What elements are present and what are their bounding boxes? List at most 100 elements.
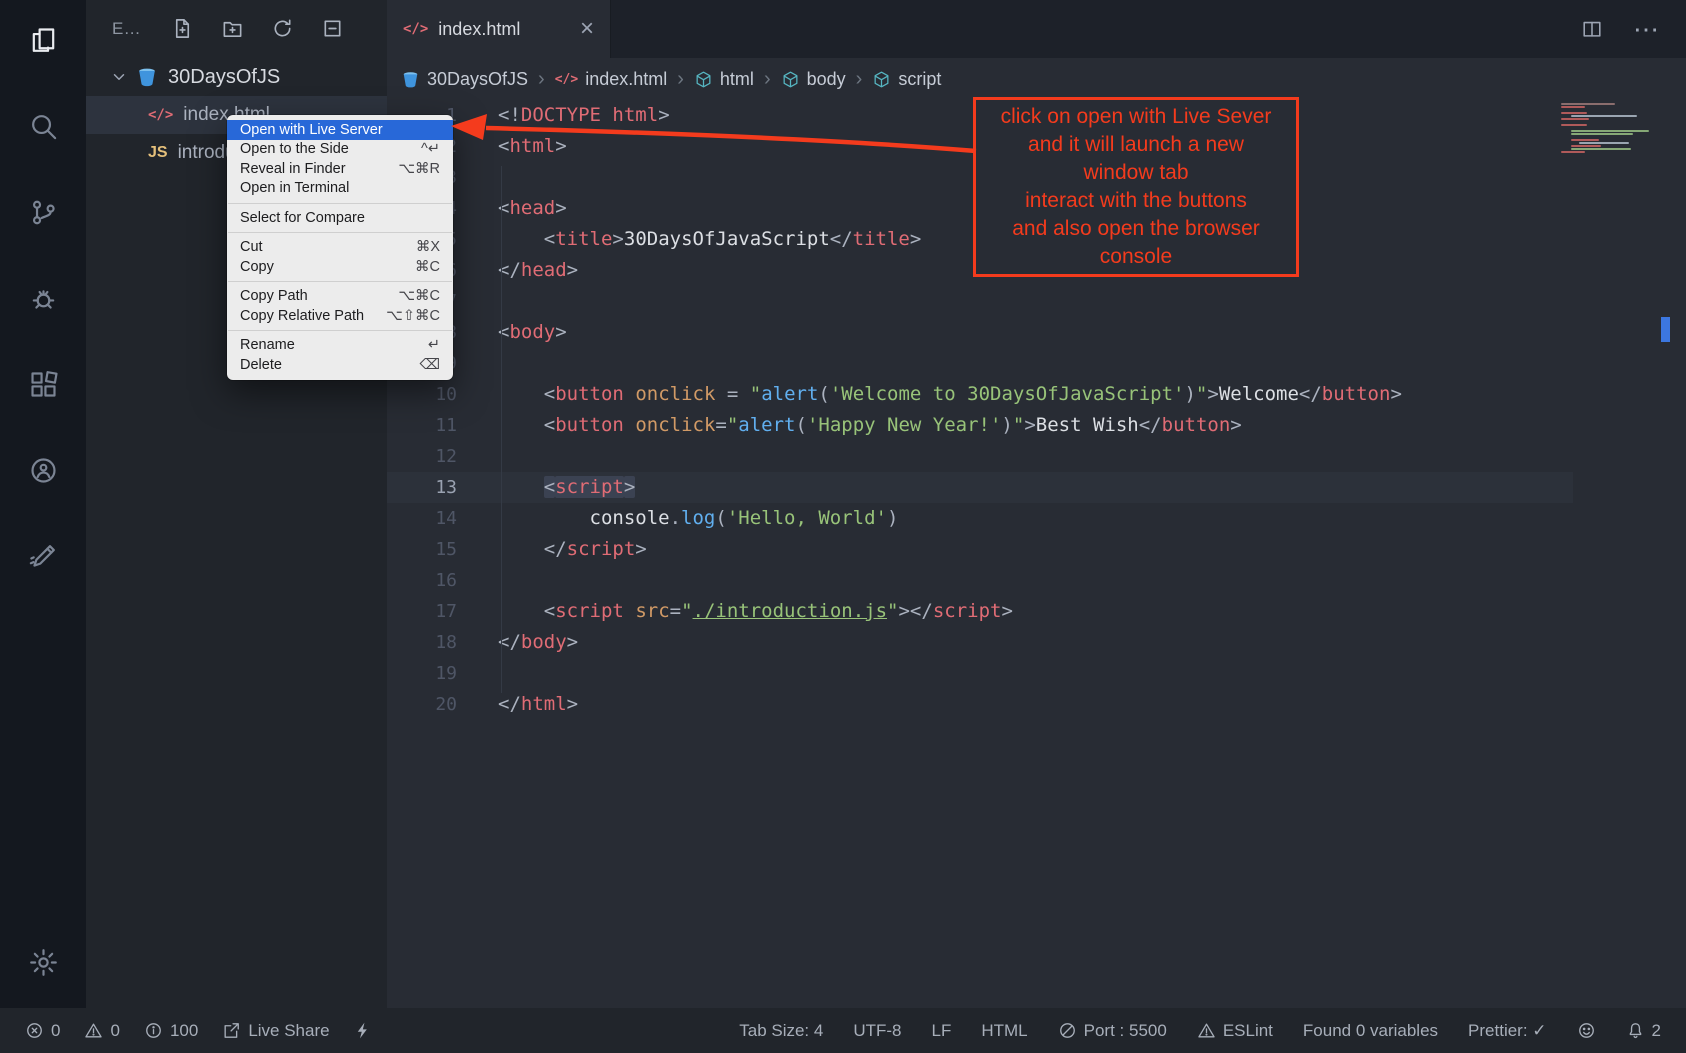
explorer-actions xyxy=(171,17,345,41)
breadcrumb-html[interactable]: html xyxy=(694,69,754,90)
run-debug-icon[interactable] xyxy=(19,274,67,322)
menu-item-label: Copy xyxy=(240,259,274,275)
minimap-line xyxy=(1571,145,1601,147)
explorer-icon[interactable] xyxy=(19,16,67,64)
minimap-line xyxy=(1579,142,1629,144)
line-number: 18 xyxy=(387,627,457,658)
annotation-text: click on open with Live Sever xyxy=(1001,103,1272,131)
code-text: <head> xyxy=(498,193,567,224)
menu-item-shortcut: ⌥⌘C xyxy=(398,288,440,304)
new-folder-icon[interactable] xyxy=(221,17,245,41)
cube-icon xyxy=(781,70,800,89)
menu-item-copy-relative-path[interactable]: Copy Relative Path⌥⇧⌘C xyxy=(227,306,453,326)
new-file-icon[interactable] xyxy=(171,17,195,41)
menu-item-open-with-live-server[interactable]: Open with Live Server xyxy=(227,120,453,140)
close-icon[interactable]: × xyxy=(580,17,594,41)
code-line-11[interactable]: 11 <button onclick="alert('Happy New Yea… xyxy=(387,410,1573,441)
menu-item-reveal-in-finder[interactable]: Reveal in Finder⌥⌘R xyxy=(227,159,453,179)
triangle-warn-icon xyxy=(1197,1021,1216,1040)
tab-index-html[interactable]: </> index.html × xyxy=(387,0,611,58)
annotation-text: window tab xyxy=(1083,159,1188,187)
code-text: <button onclick="alert('Happy New Year!'… xyxy=(498,410,1242,441)
breadcrumb-separator: › xyxy=(538,68,545,91)
code-line-18[interactable]: 18</body> xyxy=(387,627,1573,658)
status-tab-size[interactable]: Tab Size: 4 xyxy=(739,1021,823,1041)
status-info[interactable]: 100 xyxy=(144,1021,198,1041)
code-line-13[interactable]: 13 <script> xyxy=(387,472,1573,503)
status-warnings[interactable]: 0 xyxy=(84,1021,119,1041)
minimap-line xyxy=(1561,151,1585,153)
breadcrumb-separator: › xyxy=(856,68,863,91)
code-line-20[interactable]: 20</html> xyxy=(387,689,1573,720)
status-live-share[interactable]: Live Share xyxy=(222,1021,329,1041)
settings-icon[interactable] xyxy=(19,938,67,986)
code-text: </html> xyxy=(498,689,578,720)
breadcrumb-index-html[interactable]: </>index.html xyxy=(555,69,668,90)
refresh-icon[interactable] xyxy=(271,17,295,41)
root-folder-label: 30DaysOfJS xyxy=(168,66,280,89)
status-port[interactable]: Port : 5500 xyxy=(1058,1021,1167,1041)
status-encoding[interactable]: UTF-8 xyxy=(853,1021,901,1041)
collapse-all-icon[interactable] xyxy=(321,17,345,41)
code-line-15[interactable]: 15 </script> xyxy=(387,534,1573,565)
split-editor-icon[interactable] xyxy=(1581,18,1603,40)
menu-item-open-to-the-side[interactable]: Open to the Side^↵ xyxy=(227,140,453,160)
status-feedback[interactable] xyxy=(1577,1021,1596,1040)
code-line-8[interactable]: 8<body> xyxy=(387,317,1573,348)
minimap-line xyxy=(1561,118,1589,120)
annotation-text: interact with the buttons xyxy=(1025,187,1247,215)
code-line-9[interactable]: 9 xyxy=(387,348,1573,379)
status-zap[interactable] xyxy=(354,1021,373,1040)
code-line-14[interactable]: 14 console.log('Hello, World') xyxy=(387,503,1573,534)
status-variables[interactable]: Found 0 variables xyxy=(1303,1021,1438,1041)
menu-item-select-for-compare[interactable]: Select for Compare xyxy=(227,208,453,228)
menu-item-open-in-terminal[interactable]: Open in Terminal xyxy=(227,179,453,199)
menu-item-copy-path[interactable]: Copy Path ⌥⌘C xyxy=(227,287,453,307)
code-text: <!DOCTYPE html> xyxy=(498,100,670,131)
minimap-line xyxy=(1571,115,1637,117)
status-language[interactable]: HTML xyxy=(981,1021,1027,1041)
breadcrumb-label: 30DaysOfJS xyxy=(427,69,528,90)
code-line-19[interactable]: 19 xyxy=(387,658,1573,689)
code-line-7[interactable]: 7 xyxy=(387,286,1573,317)
root-folder[interactable]: 30DaysOfJS xyxy=(86,58,387,96)
menu-item-label: Reveal in Finder xyxy=(240,161,346,177)
menu-item-delete[interactable]: Delete⌫ xyxy=(227,355,453,375)
menu-item-shortcut: ⌘C xyxy=(415,259,440,275)
status-notifications[interactable]: 2 xyxy=(1626,1021,1661,1041)
breadcrumb-label: index.html xyxy=(585,69,667,90)
tab-bar: </> index.html × ⋯ xyxy=(387,0,1686,58)
search-icon[interactable] xyxy=(19,102,67,150)
more-actions-icon[interactable]: ⋯ xyxy=(1633,14,1660,45)
annotation-text: and also open the browser xyxy=(1012,215,1260,243)
line-number: 12 xyxy=(387,441,457,472)
menu-item-rename[interactable]: Rename↵ xyxy=(227,336,453,356)
extensions-icon[interactable] xyxy=(19,360,67,408)
annotation-text: and it will launch a new xyxy=(1028,131,1244,159)
breadcrumb-30daysofjs[interactable]: 30DaysOfJS xyxy=(401,69,528,90)
menu-item-label: Copy Path xyxy=(240,288,308,304)
live-share-icon[interactable] xyxy=(19,446,67,494)
menu-item-shortcut: ⌥⇧⌘C xyxy=(386,308,440,324)
code-line-17[interactable]: 17 <script src="./introduction.js"></scr… xyxy=(387,596,1573,627)
minimap[interactable] xyxy=(1561,103,1653,154)
minimap-line xyxy=(1561,103,1615,105)
source-control-icon[interactable] xyxy=(19,188,67,236)
menu-item-cut[interactable]: Cut⌘X xyxy=(227,238,453,258)
status-eol[interactable]: LF xyxy=(932,1021,952,1041)
breadcrumb-script[interactable]: script xyxy=(872,69,941,90)
breadcrumb-label: script xyxy=(898,69,941,90)
status-eslint[interactable]: ESLint xyxy=(1197,1021,1273,1041)
pen-icon[interactable] xyxy=(19,532,67,580)
minimap-line xyxy=(1571,133,1633,135)
breadcrumb-body[interactable]: body xyxy=(781,69,846,90)
code-line-16[interactable]: 16 xyxy=(387,565,1573,596)
menu-item-copy[interactable]: Copy ⌘C xyxy=(227,257,453,277)
scrollbar-marker xyxy=(1661,317,1670,342)
line-number: 13 xyxy=(387,472,457,503)
line-number: 14 xyxy=(387,503,457,534)
status-errors[interactable]: 0 xyxy=(25,1021,60,1041)
status-prettier[interactable]: Prettier: ✓ xyxy=(1468,1021,1546,1041)
code-line-12[interactable]: 12 xyxy=(387,441,1573,472)
code-line-10[interactable]: 10 <button onclick = "alert('Welcome to … xyxy=(387,379,1573,410)
